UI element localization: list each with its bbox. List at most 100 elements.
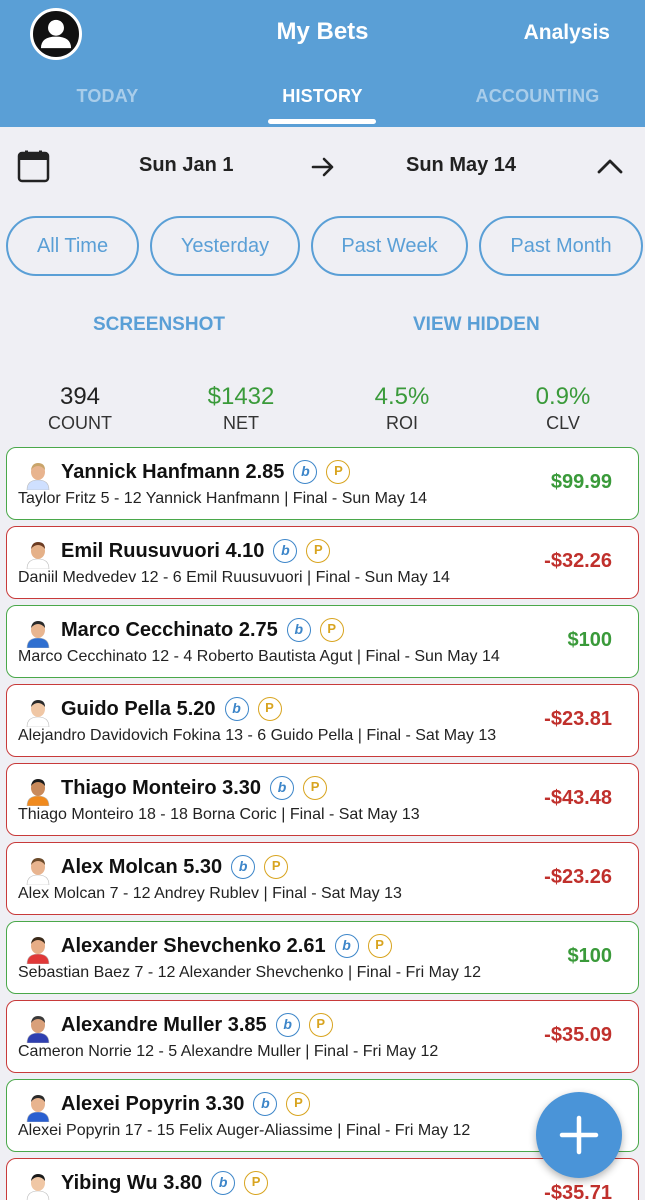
book-b-badge-icon: b	[253, 1092, 278, 1116]
book-b-badge-icon: b	[275, 1013, 300, 1037]
bet-amount: -$35.71	[544, 1182, 612, 1200]
bet-amount: -$43.48	[544, 787, 612, 809]
book-p-badge-icon: P	[257, 697, 282, 721]
bet-title: Thiago Monteiro 3.30	[61, 776, 262, 799]
bet-title-row: Alexandre Muller 3.85 b P	[61, 1013, 333, 1037]
book-p-badge-icon: P	[326, 460, 351, 484]
bet-amount: -$35.09	[544, 1024, 612, 1046]
bet-match-summary: Alexei Popyrin 17 - 15 Felix Auger-Alias…	[18, 1122, 471, 1139]
book-b-badge-icon: b	[273, 539, 298, 563]
bet-card[interactable]: Marco Cecchinato 2.75 b P Marco Cecchinato …	[6, 605, 639, 678]
tab-accounting[interactable]: ACCOUNTING	[430, 86, 645, 107]
bet-title-row: Emil Ruusuvuori 4.10 b P	[61, 539, 331, 563]
book-p-badge-icon: P	[286, 1092, 311, 1116]
app-header: My Bets Analysis TODAY HISTORY ACCOUNTIN…	[0, 0, 645, 127]
book-b-badge-icon: b	[231, 855, 256, 879]
bet-match-summary: Cameron Norrie 12 - 5 Alexandre Muller |…	[18, 1043, 439, 1060]
stat-net-label: NET	[223, 413, 259, 433]
filter-past-week[interactable]: Past Week	[311, 216, 468, 276]
bet-title: Alexandre Muller 3.85	[61, 1013, 267, 1036]
bet-match-summary: Marco Cecchinato 12 - 4 Roberto Bautista…	[18, 648, 500, 665]
calendar-icon[interactable]	[17, 150, 50, 183]
view-hidden-link[interactable]: VIEW HIDDEN	[413, 314, 540, 336]
bet-title: Marco Cecchinato 2.75	[61, 618, 278, 641]
bet-title-row: Yannick Hanfmann 2.85 b P	[61, 460, 351, 484]
player-avatar-icon	[23, 1171, 53, 1200]
player-avatar-icon	[23, 618, 53, 649]
book-b-badge-icon: b	[224, 697, 249, 721]
book-p-badge-icon: P	[264, 855, 289, 879]
tab-today[interactable]: TODAY	[0, 86, 215, 107]
bet-match-summary: Taylor Fritz 5 - 12 Yannick Hanfmann | F…	[18, 490, 428, 507]
bet-title-row: Guido Pella 5.20 b P	[61, 697, 282, 721]
stat-clv-value: 0.9%	[535, 383, 591, 410]
book-p-badge-icon: P	[319, 618, 344, 642]
bet-title: Yibing Wu 3.80	[61, 1171, 203, 1194]
book-b-badge-icon: b	[334, 934, 359, 958]
player-avatar-icon	[23, 460, 53, 491]
stat-count-label: COUNT	[48, 413, 112, 433]
bet-card[interactable]: Guido Pella 5.20 b P Alejandro Davidovich F…	[6, 684, 639, 757]
filter-yesterday[interactable]: Yesterday	[150, 216, 300, 276]
bet-title-row: Alex Molcan 5.30 b P	[61, 855, 289, 879]
player-avatar-icon	[23, 776, 53, 807]
bet-amount: $100	[567, 629, 613, 651]
bet-card[interactable]: Thiago Monteiro 3.30 b P Thiago Monteiro 18…	[6, 763, 639, 836]
stat-net-value: $1432	[207, 383, 275, 410]
bet-title-row: Alexei Popyrin 3.30 b P	[61, 1092, 311, 1116]
book-b-badge-icon: b	[286, 618, 311, 642]
bet-card[interactable]: Alexander Shevchenko 2.61 b P Sebastian Bae…	[6, 921, 639, 994]
book-p-badge-icon: P	[306, 539, 331, 563]
bet-title-row: Marco Cecchinato 2.75 b P	[61, 618, 344, 642]
screenshot-link[interactable]: SCREENSHOT	[93, 314, 225, 336]
player-avatar-icon	[23, 1092, 53, 1123]
player-avatar-icon	[23, 855, 53, 886]
date-from[interactable]: Sun Jan 1	[139, 154, 233, 177]
bet-title: Yannick Hanfmann 2.85	[61, 460, 285, 483]
arrow-right-icon	[310, 154, 336, 180]
player-avatar-icon	[23, 1013, 53, 1044]
bet-title-row: Alexander Shevchenko 2.61 b P	[61, 934, 392, 958]
book-p-badge-icon: P	[303, 776, 328, 800]
bet-title: Guido Pella 5.20	[61, 697, 216, 720]
bet-amount: -$32.26	[544, 550, 612, 572]
stat-clv-label: CLV	[546, 413, 580, 433]
book-b-badge-icon: b	[293, 460, 318, 484]
player-avatar-icon	[23, 934, 53, 965]
bet-title: Emil Ruusuvuori 4.10	[61, 539, 265, 562]
active-tab-indicator	[268, 119, 376, 124]
bet-match-summary: Alex Molcan 7 - 12 Andrey Rublev | Final…	[18, 885, 402, 902]
stat-roi-label: ROI	[385, 413, 418, 433]
bet-match-summary: Alejandro Davidovich Fokina 13 - 6 Guido…	[18, 727, 497, 744]
book-p-badge-icon: P	[367, 934, 392, 958]
player-avatar-icon	[23, 697, 53, 728]
filter-all-time[interactable]: All Time	[6, 216, 139, 276]
chevron-up-icon[interactable]	[596, 155, 624, 177]
stat-count-value: 394	[59, 383, 101, 410]
bet-title: Alex Molcan 5.30	[61, 855, 223, 878]
filter-past-month[interactable]: Past Month	[479, 216, 643, 276]
bet-title: Alexei Popyrin 3.30	[61, 1092, 245, 1115]
bet-card[interactable]: Yannick Hanfmann 2.85 b P Taylor Fritz 5 - …	[6, 447, 639, 520]
bet-title-row: Thiago Monteiro 3.30 b P	[61, 776, 328, 800]
bet-card[interactable]: Alexandre Muller 3.85 b P Cameron Norrie 12…	[6, 1000, 639, 1073]
bet-match-summary: Daniil Medvedev 12 - 6 Emil Ruusuvuori |…	[18, 569, 450, 586]
book-b-badge-icon: b	[211, 1171, 236, 1195]
bet-amount: -$23.81	[544, 708, 612, 730]
player-avatar-icon	[23, 539, 53, 570]
bet-amount: $99.99	[550, 471, 612, 493]
bet-card[interactable]: Alex Molcan 5.30 b P Alex Molcan 7 - 12 And…	[6, 842, 639, 915]
bet-amount: $100	[567, 945, 613, 967]
analysis-button[interactable]: Analysis	[524, 21, 610, 45]
add-bet-button[interactable]	[536, 1092, 622, 1178]
bet-match-summary: Sebastian Baez 7 - 12 Alexander Shevchen…	[18, 964, 482, 981]
bet-amount: -$23.26	[544, 866, 612, 888]
bet-card[interactable]: Emil Ruusuvuori 4.10 b P Daniil Medvedev 12…	[6, 526, 639, 599]
date-to[interactable]: Sun May 14	[406, 154, 516, 177]
bet-title-row: Yibing Wu 3.80 b P	[61, 1171, 269, 1195]
bet-title: Alexander Shevchenko 2.61	[61, 934, 326, 957]
tab-history[interactable]: HISTORY	[215, 86, 430, 107]
stat-roi-value: 4.5%	[374, 383, 430, 410]
book-p-badge-icon: P	[244, 1171, 269, 1195]
book-b-badge-icon: b	[270, 776, 295, 800]
